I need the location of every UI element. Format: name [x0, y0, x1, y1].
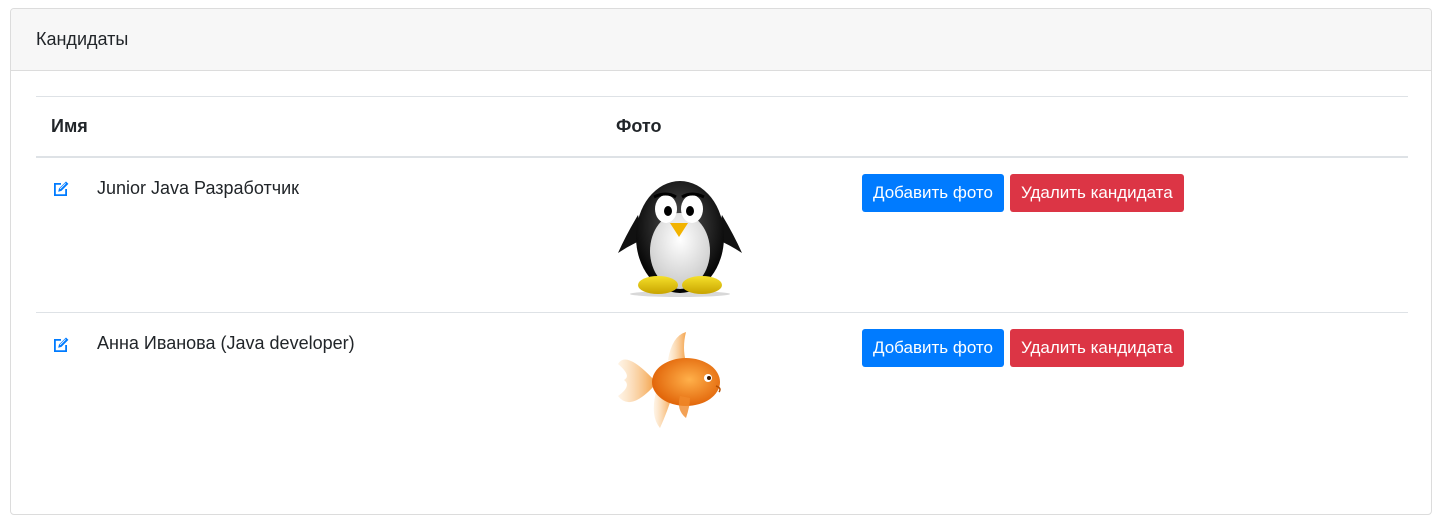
add-photo-button[interactable]: Добавить фото — [862, 329, 1004, 367]
card-title: Кандидаты — [36, 29, 129, 49]
photo-cell — [601, 156, 847, 313]
actions-cell: Добавить фото Удалить кандидата — [847, 156, 1408, 313]
edit-icon[interactable] — [51, 334, 71, 354]
table-row: Junior Java Разработчик Добавить фото Уд… — [36, 156, 1408, 313]
actions-cell: Добавить фото Удалить кандидата — [847, 313, 1408, 463]
candidate-name: Анна Иванова (Java developer) — [97, 333, 355, 353]
photo-cell — [601, 313, 847, 463]
add-photo-button[interactable]: Добавить фото — [862, 173, 1004, 212]
edit-icon[interactable] — [51, 178, 71, 198]
delete-candidate-button[interactable]: Удалить кандидата — [1009, 173, 1184, 212]
penguin-photo — [618, 180, 742, 297]
delete-candidate-button[interactable]: Удалить кандидата — [1009, 329, 1184, 367]
table-row: Анна Иванова (Java developer) Добавить ф… — [36, 313, 1408, 463]
name-cell: Junior Java Разработчик — [36, 156, 601, 313]
card-body: Имя Фото Junior Java Разработчик Добавит… — [11, 71, 1431, 463]
column-header-photo: Фото — [601, 96, 847, 158]
candidates-card: Кандидаты Имя Фото Junior Java Разработч… — [10, 8, 1432, 515]
candidate-name: Junior Java Разработчик — [97, 177, 300, 198]
column-header-actions — [847, 96, 1408, 158]
column-header-name: Имя — [36, 96, 601, 158]
name-cell: Анна Иванова (Java developer) — [36, 313, 601, 463]
goldfish-photo — [618, 332, 721, 428]
card-header: Кандидаты — [11, 9, 1431, 71]
candidates-table: Имя Фото Junior Java Разработчик Добавит… — [36, 96, 1408, 463]
table-header-row: Имя Фото — [36, 96, 1408, 158]
